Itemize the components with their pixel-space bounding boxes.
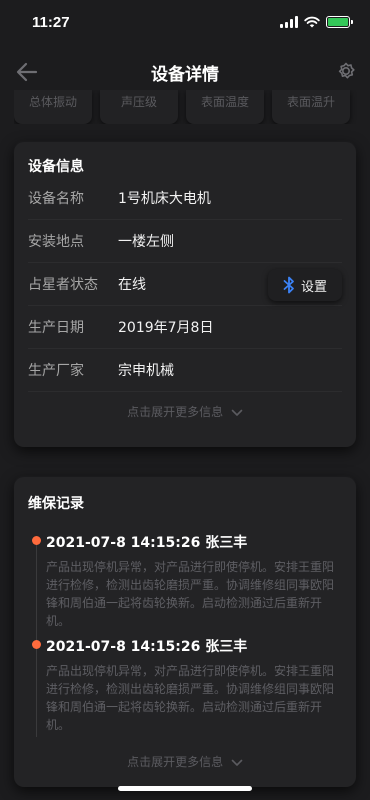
setting-button-label: 设置	[300, 279, 327, 295]
wifi-icon	[304, 16, 320, 28]
expand-more-label: 点击展开更多信息	[127, 755, 224, 769]
card-title: 设备信息	[28, 159, 84, 175]
device-info-card: 设备信息 设备名称 1号机床大电机 安装地点 一楼左侧 占星者状态 在线 设置 …	[14, 142, 356, 447]
info-value: 一楼左侧	[118, 234, 174, 250]
info-row-manufacturer: 生产厂家 宗申机械	[28, 349, 342, 392]
record-body: 产品出现停机异常，对产品进行即使停机。安排王重阳进行检修，检测出齿轮磨损严重。协…	[46, 664, 335, 732]
gear-icon[interactable]	[334, 59, 358, 83]
expand-more-link[interactable]: 点击展开更多信息	[14, 403, 356, 420]
bluetooth-settings-button[interactable]: 设置	[268, 269, 342, 301]
info-value: 2019年7月8日	[118, 320, 214, 336]
page-title: 设备详情	[151, 64, 219, 85]
card-title: 维保记录	[28, 496, 84, 512]
info-row-device-name: 设备名称 1号机床大电机	[28, 177, 342, 220]
expand-more-link[interactable]: 点击展开更多信息	[14, 753, 356, 770]
timeline-dot	[32, 640, 41, 649]
metric-tab[interactable]: 总体振动	[14, 90, 92, 124]
cellular-signal-icon	[280, 16, 298, 28]
info-row-status: 占星者状态 在线 设置	[28, 263, 342, 306]
maintenance-card: 维保记录 2021-07-8 14:15:26 张三丰 产品出现停机异常，对产品…	[14, 477, 356, 787]
home-indicator	[118, 786, 252, 791]
info-value: 宗申机械	[118, 363, 174, 379]
record-header: 2021-07-8 14:15:26 张三丰	[46, 535, 248, 551]
record-header: 2021-07-8 14:15:26 张三丰	[46, 639, 248, 655]
status-bar: 11:27	[0, 0, 370, 44]
chevron-down-icon	[231, 409, 243, 416]
info-label: 生产日期	[28, 320, 84, 336]
status-time: 11:27	[32, 13, 70, 31]
info-value: 1号机床大电机	[118, 191, 211, 207]
status-icons	[280, 16, 353, 28]
metric-tabs: 总体振动 声压级 表面温度 表面温升	[14, 90, 370, 124]
record-body: 产品出现停机异常，对产品进行即使停机。安排王重阳进行检修，检测出齿轮磨损严重。协…	[46, 560, 335, 628]
info-label: 设备名称	[28, 191, 84, 207]
timeline-dot	[32, 536, 41, 545]
metric-tab[interactable]: 表面温度	[186, 90, 264, 124]
expand-more-label: 点击展开更多信息	[127, 405, 224, 419]
nav-bar: 设备详情	[0, 50, 370, 94]
info-label: 占星者状态	[28, 277, 98, 293]
info-label: 生产厂家	[28, 363, 84, 379]
info-row-location: 安装地点 一楼左侧	[28, 220, 342, 263]
info-row-production-date: 生产日期 2019年7月8日	[28, 306, 342, 349]
info-label: 安装地点	[28, 234, 84, 250]
timeline-line	[36, 537, 37, 737]
arrow-left-icon[interactable]	[14, 60, 40, 84]
info-value: 在线	[118, 277, 146, 293]
chevron-down-icon	[231, 759, 243, 766]
battery-charging-icon	[326, 16, 353, 28]
metric-tab[interactable]: 表面温升	[272, 90, 350, 124]
bluetooth-icon	[283, 276, 294, 294]
metric-tab[interactable]: 声压级	[100, 90, 178, 124]
